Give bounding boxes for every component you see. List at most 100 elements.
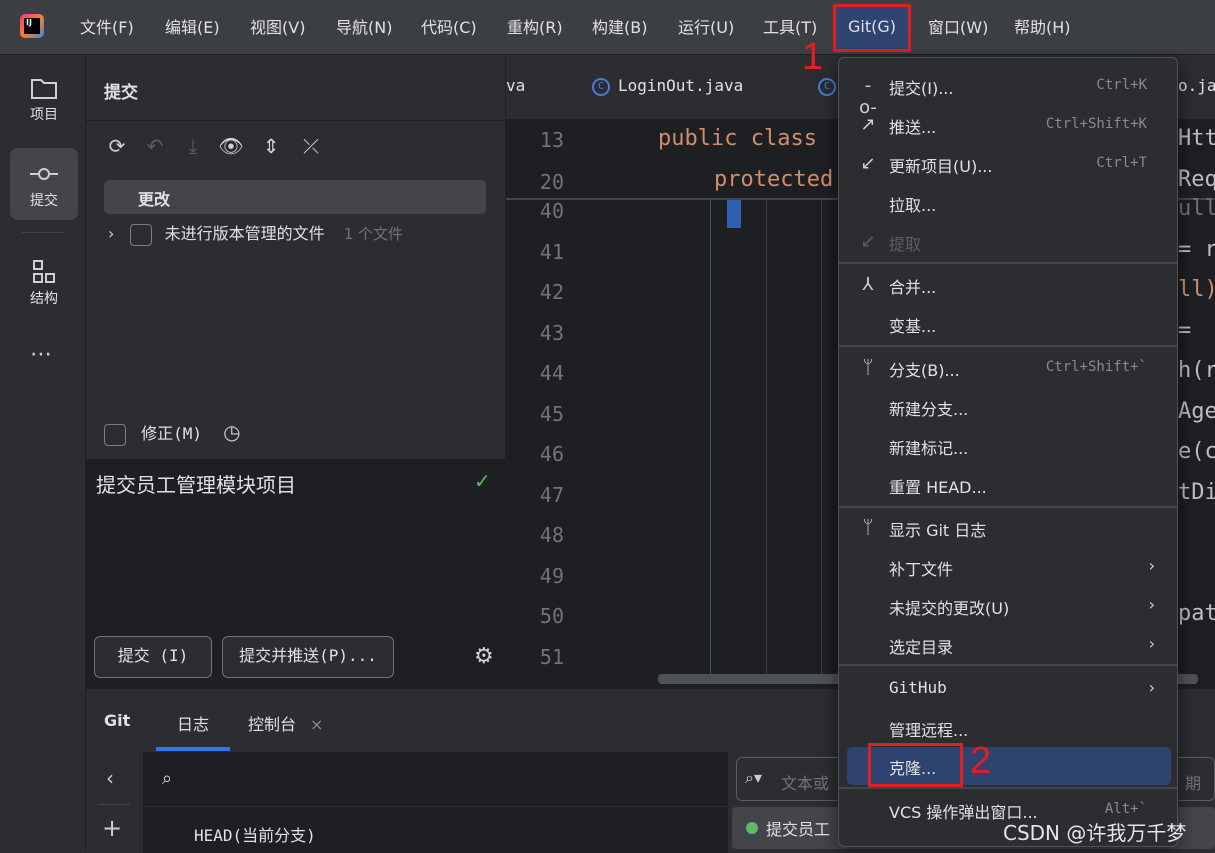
shortcut: Ctrl+K — [1096, 77, 1147, 93]
code-fragment: = r — [1178, 237, 1215, 262]
menu-item-label: 提取 — [889, 235, 922, 254]
menu-item-label: 提交(I)... — [889, 79, 954, 98]
menu-item-new-tag[interactable]: 新建标记... — [839, 427, 1177, 466]
unversioned-checkbox[interactable] — [129, 223, 152, 246]
menu-help[interactable]: 帮助(H) — [1014, 14, 1071, 40]
unversioned-files-node[interactable]: › 未进行版本管理的文件 1 个文件 — [108, 220, 403, 246]
tool-commit[interactable]: 提交 — [10, 148, 78, 220]
line-number: 43 — [539, 321, 564, 345]
line-number: 44 — [539, 361, 564, 385]
watermark: CSDN @许我万千梦 — [1003, 821, 1187, 845]
class-icon: C — [592, 77, 610, 96]
line-number: 50 — [539, 604, 564, 628]
menu-item-branches[interactable]: ᛘ 分支(B)... Ctrl+Shift+` — [839, 349, 1177, 388]
chevron-right-icon[interactable]: › — [108, 224, 114, 243]
menu-item-reset-head[interactable]: 重置 HEAD... — [839, 466, 1177, 505]
close-icon[interactable]: × — [310, 715, 323, 734]
menu-item-push[interactable]: ↗ 推送... Ctrl+Shift+K — [839, 106, 1177, 145]
active-tab-indicator — [156, 747, 230, 751]
line-number: 41 — [539, 240, 564, 264]
branches-tree: ⌕ HEAD(当前分支) — [144, 752, 728, 853]
class-icon: C — [818, 77, 836, 96]
menu-window[interactable]: 窗口(W) — [928, 14, 988, 40]
editor-tab-loginout[interactable]: C LoginOut.java — [592, 76, 743, 96]
chevron-left-icon[interactable]: ‹ — [106, 766, 114, 790]
menu-item-show-git-log[interactable]: ᛘ 显示 Git 日志 — [839, 509, 1177, 548]
editor-tab-partial[interactable]: va — [506, 76, 525, 95]
tab-git[interactable]: Git — [104, 711, 130, 730]
tab-console[interactable]: 控制台 × — [248, 711, 323, 735]
line-number: 51 — [539, 645, 564, 669]
menu-code[interactable]: 代码(C) — [421, 14, 477, 40]
menu-build[interactable]: 构建(B) — [592, 14, 647, 40]
tool-structure-label: 结构 — [30, 291, 58, 307]
menu-item-fetch: ↙ 提取 — [839, 223, 1177, 262]
shortcut: Ctrl+Shift+K — [1045, 116, 1147, 132]
branches-strip: ‹ + — [86, 752, 144, 853]
tool-structure[interactable]: 结构 — [10, 246, 78, 318]
menu-separator — [839, 664, 1177, 666]
code-fragment: h(r — [1178, 358, 1215, 383]
menu-item-label: 合并... — [889, 278, 937, 297]
tool-project[interactable]: 项目 — [10, 62, 78, 134]
menu-item-rebase[interactable]: 变基... — [839, 305, 1177, 344]
menu-item-current-directory[interactable]: 选定目录 › — [839, 626, 1177, 665]
gear-icon[interactable]: ⚙ — [474, 644, 494, 669]
check-icon: ✓ — [474, 469, 491, 493]
menu-run[interactable]: 运行(U) — [678, 14, 734, 40]
menu-item-github[interactable]: GitHub › — [839, 670, 1177, 709]
annotation-step-1: 1 — [802, 36, 824, 78]
menu-item-uncommitted-changes[interactable]: 未提交的更改(U) › — [839, 587, 1177, 626]
line-number: 20 — [539, 170, 564, 194]
menu-git[interactable]: Git(G) — [833, 4, 911, 52]
menu-item-pull[interactable]: 拉取... — [839, 184, 1177, 223]
menu-edit[interactable]: 编辑(E) — [165, 14, 220, 40]
menu-item-label: 变基... — [889, 317, 937, 336]
shortcut: Alt+` — [1104, 801, 1147, 817]
chevron-right-icon: › — [1148, 556, 1155, 575]
menu-item-commit[interactable]: -o- 提交(I)... Ctrl+K — [839, 67, 1177, 118]
eye-icon[interactable]: 👁 — [218, 134, 244, 158]
editor-tab-partial-right[interactable]: o.jav — [1178, 76, 1215, 95]
menu-item-label: 管理远程... — [889, 721, 969, 740]
amend-checkbox[interactable] — [104, 423, 126, 446]
amend-row: 修正(M) ◷ — [104, 420, 241, 446]
shelve-icon[interactable]: ⤓ — [180, 134, 206, 158]
head-branch-item[interactable]: HEAD(当前分支) — [194, 822, 316, 846]
unversioned-label: 未进行版本管理的文件 — [164, 224, 325, 243]
search-icon[interactable]: ⌕ — [162, 768, 172, 789]
tool-commit-label: 提交 — [30, 193, 58, 209]
tool-divider — [22, 232, 64, 233]
tool-project-label: 项目 — [30, 107, 58, 123]
changes-node[interactable]: 更改 — [104, 180, 486, 214]
annotation-step-2: 2 — [970, 740, 992, 782]
menu-item-patch-files[interactable]: 补丁文件 › — [839, 548, 1177, 587]
commit-dot-icon — [746, 822, 758, 834]
divider — [86, 120, 506, 121]
menu-view[interactable]: 视图(V) — [250, 14, 305, 40]
expand-all-icon[interactable]: ⇕ — [258, 134, 284, 158]
code-fragment: Htt — [1178, 126, 1215, 151]
collapse-all-icon[interactable]: ⤫ — [298, 134, 324, 158]
code-line-20: protected — [714, 167, 834, 192]
menu-item-new-branch[interactable]: 新建分支... — [839, 388, 1177, 427]
menu-item-merge[interactable]: ⅄ 合并... — [839, 266, 1177, 305]
add-icon[interactable]: + — [102, 814, 122, 842]
intellij-logo-icon[interactable]: IJ — [20, 14, 44, 38]
more-tools-icon[interactable]: ⋯ — [30, 342, 52, 367]
commit-and-push-button[interactable]: 提交并推送(P)... — [222, 636, 394, 678]
refresh-icon[interactable]: ⟳ — [104, 134, 130, 158]
commit-button[interactable]: 提交 (I) — [94, 636, 212, 678]
fetch-icon: ↙ — [860, 231, 876, 252]
annotation-box-clone — [868, 743, 963, 787]
history-icon[interactable]: ◷ — [223, 420, 240, 444]
rollback-icon[interactable]: ↶ — [142, 134, 168, 158]
menu-refactor[interactable]: 重构(R) — [507, 14, 563, 40]
menu-file[interactable]: 文件(F) — [80, 14, 134, 40]
menu-item-label: 未提交的更改(U) — [889, 599, 1010, 618]
line-number: 45 — [539, 402, 564, 426]
menu-navigate[interactable]: 导航(N) — [336, 14, 392, 40]
git-menu-dropdown: -o- 提交(I)... Ctrl+K ↗ 推送... Ctrl+Shift+K… — [838, 57, 1178, 847]
tab-log[interactable]: 日志 — [177, 711, 209, 735]
menu-item-update-project[interactable]: ↙ 更新项目(U)... Ctrl+T — [839, 145, 1177, 184]
